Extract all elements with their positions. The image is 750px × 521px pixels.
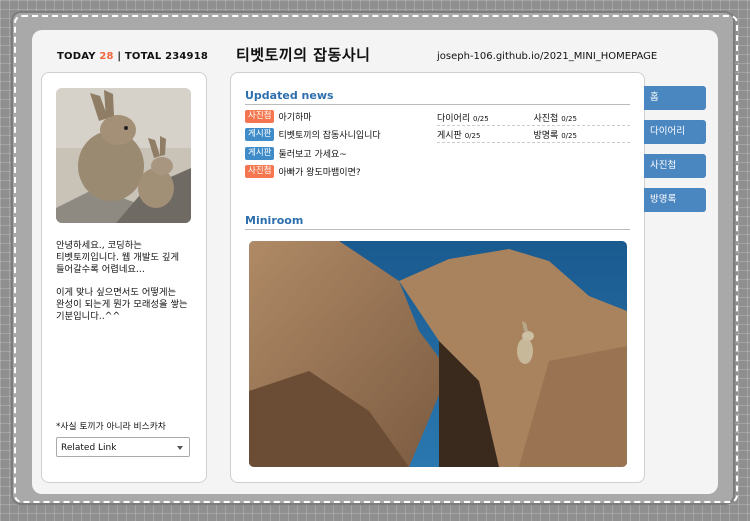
stats-photo[interactable]: 사진첩 0/25 (534, 111, 631, 124)
fun-fact: *사실 토끼가 아니라 비스카차 (56, 422, 166, 432)
intro-paragraph-1: 안녕하세요., 코딩하는 티벳토끼입니다. 웹 개발도 깊게 들어갈수록 어렵네… (56, 240, 180, 275)
today-count: 28 (99, 51, 114, 62)
list-item[interactable]: 사진첩 아빠가 왕도마뱀이면? (245, 163, 435, 182)
stats-count: 0/25 (561, 131, 577, 140)
tab-home[interactable]: 홈 (644, 86, 706, 110)
related-link-select[interactable]: Related Link (56, 437, 190, 457)
list-item[interactable]: 게시판 티벳토끼의 잡동사니입니다 (245, 126, 435, 145)
news-badge: 사진첩 (245, 165, 275, 179)
stats-board[interactable]: 게시판 0/25 (437, 128, 534, 141)
total-count: 234918 (165, 51, 209, 62)
total-label: TOTAL (124, 51, 162, 62)
profile-panel: 안녕하세요., 코딩하는 티벳토끼입니다. 웹 개발도 깊게 들어갈수록 어렵네… (41, 72, 207, 483)
main-panel: Updated news 사진첩 아기하마 게시판 티벳토끼의 잡동사니입니다 … (230, 72, 645, 483)
tab-photo[interactable]: 사진첩 (644, 154, 706, 178)
related-link-label: Related Link (61, 443, 117, 453)
profile-image (56, 88, 191, 223)
stats-label: 사진첩 (533, 113, 559, 124)
news-badge: 사진첩 (245, 109, 275, 123)
board-stats: 다이어리 0/25 사진첩 0/25 게시판 0/25 방명록 0/25 (437, 109, 630, 143)
stats-count: 0/25 (473, 114, 489, 123)
news-text: 아기하마 (278, 112, 312, 123)
news-text: 둘러보고 가세요~ (278, 149, 347, 160)
news-list: 사진첩 아기하마 게시판 티벳토끼의 잡동사니입니다 게시판 둘러보고 가세요~… (245, 107, 435, 181)
news-text: 티벳토끼의 잡동사니입니다 (278, 131, 381, 142)
stats-diary[interactable]: 다이어리 0/25 (437, 111, 534, 124)
tab-diary[interactable]: 다이어리 (644, 120, 706, 144)
stats-row: 다이어리 0/25 사진첩 0/25 (437, 109, 630, 126)
intro-paragraph-2: 이게 맞나 싶으면서도 어떻게는 완성이 되는게 뭔가 모래성을 쌓는 기분입니… (56, 287, 188, 322)
today-label: TODAY (57, 51, 96, 62)
canyon-photo (249, 241, 627, 467)
list-item[interactable]: 사진첩 아기하마 (245, 107, 435, 126)
miniroom-divider (245, 229, 630, 230)
stats-label: 게시판 (437, 130, 462, 141)
miniroom-title: Miniroom (245, 214, 304, 227)
nav-tabs: 홈 다이어리 사진첩 방명록 (644, 86, 706, 222)
tab-guestbook[interactable]: 방명록 (644, 188, 706, 212)
updated-news-divider (245, 104, 630, 105)
page-title: 티벳토끼의 잡동사니 (236, 46, 371, 64)
stats-count: 0/25 (561, 114, 577, 123)
miniroom-image (249, 241, 627, 467)
list-item[interactable]: 게시판 둘러보고 가세요~ (245, 144, 435, 163)
news-text: 아빠가 왕도마뱀이면? (278, 168, 361, 179)
chevron-down-icon (177, 446, 183, 450)
updated-news-title: Updated news (245, 89, 334, 102)
visitor-counter: TODAY 28 | TOTAL 234918 (57, 51, 208, 62)
news-badge: 게시판 (245, 146, 275, 160)
news-badge: 게시판 (245, 128, 275, 142)
profile-intro: 안녕하세요., 코딩하는 티벳토끼입니다. 웹 개발도 깊게 들어갈수록 어렵네… (56, 240, 193, 334)
viscacha-photo (56, 88, 191, 223)
stats-label: 다이어리 (437, 113, 471, 124)
stats-label: 방명록 (533, 130, 559, 141)
counter-separator: | (117, 51, 122, 62)
stats-count: 0/25 (464, 131, 481, 140)
homepage-url[interactable]: joseph-106.github.io/2021_MINI_HOMEPAGE (437, 51, 657, 62)
stats-guestbook[interactable]: 방명록 0/25 (534, 128, 631, 141)
stats-row: 게시판 0/25 방명록 0/25 (437, 126, 630, 143)
